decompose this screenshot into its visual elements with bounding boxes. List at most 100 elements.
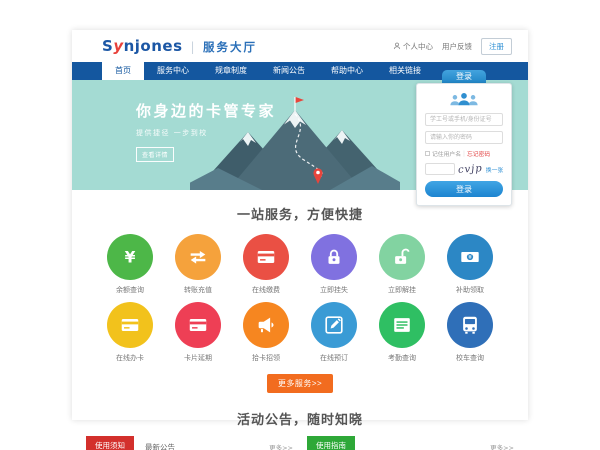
remember-label: 记住用户名 <box>432 149 461 158</box>
nav-item-3[interactable]: 新闻公告 <box>260 62 318 80</box>
person-icon <box>393 42 401 50</box>
service-circle <box>311 234 357 280</box>
edit-icon <box>323 314 345 336</box>
remember-checkbox[interactable] <box>425 151 430 156</box>
services-grid: 余额查询 转账充值 在线缴费 立即挂失 立即解挂 补助领取 在线 <box>72 234 528 370</box>
service-item[interactable]: 在线办卡 <box>96 302 164 363</box>
service-label: 校车查询 <box>456 353 484 363</box>
register-button[interactable]: 注册 <box>481 38 512 55</box>
hero-detail-button[interactable]: 查看详情 <box>136 147 174 162</box>
service-item[interactable]: 卡片延期 <box>164 302 232 363</box>
captcha-input[interactable] <box>425 163 455 175</box>
captcha-image[interactable]: cvjp <box>458 163 483 176</box>
password-input[interactable] <box>425 131 503 144</box>
yen-icon <box>119 246 141 268</box>
personal-center-label: 个人中心 <box>403 41 433 52</box>
service-circle <box>107 234 153 280</box>
announcements-section: 活动公告，随时知晓 使用须知 最新公告 更多>> 使用指南 更多>> <box>72 393 528 450</box>
service-label: 转账充值 <box>184 285 212 295</box>
service-item[interactable]: 转账充值 <box>164 234 232 295</box>
login-tab[interactable]: 登录 <box>442 70 486 83</box>
header-links: 个人中心 用户反馈 注册 <box>393 38 512 55</box>
announcements-heading: 活动公告，随时知晓 <box>72 409 528 428</box>
lock-icon <box>323 246 345 268</box>
service-label: 考勤查询 <box>388 353 416 363</box>
service-circle <box>311 302 357 348</box>
hero-banner: 你身边的卡管专家 提供捷径 一步到校 查看详情 <box>72 80 528 190</box>
login-submit-button[interactable]: 登录 <box>425 181 503 197</box>
tab-latest-announcements[interactable]: 最新公告 <box>145 442 175 450</box>
service-label: 卡片延期 <box>184 353 212 363</box>
remember-row: 记住用户名 | 忘记密码 <box>425 149 503 158</box>
divider: | <box>463 151 465 157</box>
nav-item-2[interactable]: 规章制度 <box>202 62 260 80</box>
megaphone-icon <box>255 314 277 336</box>
notice-more-link[interactable]: 更多>> <box>269 442 293 450</box>
service-item[interactable]: 在线预订 <box>300 302 368 363</box>
site-title: 服务大厅 <box>203 40 257 54</box>
user-feedback-link[interactable]: 用户反馈 <box>442 41 472 52</box>
card-icon <box>255 246 277 268</box>
service-item[interactable]: 立即挂失 <box>300 234 368 295</box>
users-icon <box>447 91 481 107</box>
logo-text: njones <box>124 37 183 55</box>
guide-panel-header: 使用指南 更多>> <box>307 439 514 450</box>
service-circle <box>175 302 221 348</box>
service-item[interactable]: 校车查询 <box>436 302 504 363</box>
service-item[interactable]: 在线缴费 <box>232 234 300 295</box>
page-canvas: Synjones|服务大厅 个人中心 用户反馈 注册 首页 服务中心 规章制度 … <box>0 0 600 450</box>
forgot-password-link[interactable]: 忘记密码 <box>467 149 490 158</box>
user-feedback-label: 用户反馈 <box>442 41 472 52</box>
logo-divider: | <box>191 40 196 54</box>
tab-usage-guide[interactable]: 使用指南 <box>307 436 355 450</box>
site-window: Synjones|服务大厅 个人中心 用户反馈 注册 首页 服务中心 规章制度 … <box>72 30 528 420</box>
service-circle <box>447 302 493 348</box>
service-item[interactable]: 补助领取 <box>436 234 504 295</box>
captcha-refresh-link[interactable]: 换一张 <box>486 165 503 174</box>
logo-mark: y <box>113 37 123 55</box>
service-label: 在线缴费 <box>252 285 280 295</box>
hero-subtitle: 提供捷径 一步到校 <box>136 128 276 138</box>
service-label: 补助领取 <box>456 285 484 295</box>
service-circle <box>243 234 289 280</box>
service-circle <box>379 234 425 280</box>
hero-text: 你身边的卡管专家 提供捷径 一步到校 查看详情 <box>136 100 276 162</box>
flag-icon <box>296 97 304 103</box>
transfer-icon <box>187 246 209 268</box>
nav-item-0[interactable]: 首页 <box>102 62 144 80</box>
tab-usage-notice[interactable]: 使用须知 <box>86 436 134 450</box>
card-icon <box>187 314 209 336</box>
services-heading: 一站服务，方便快捷 <box>72 204 528 223</box>
service-circle <box>107 302 153 348</box>
notice-panel: 使用须知 最新公告 更多>> <box>86 439 293 450</box>
service-circle <box>243 302 289 348</box>
service-label: 立即挂失 <box>320 285 348 295</box>
logo-text: S <box>102 37 113 55</box>
username-input[interactable] <box>425 113 503 126</box>
service-label: 拾卡招领 <box>252 353 280 363</box>
service-item[interactable]: 立即解挂 <box>368 234 436 295</box>
guide-more-link[interactable]: 更多>> <box>490 442 514 450</box>
service-label: 在线办卡 <box>116 353 144 363</box>
hero-title: 你身边的卡管专家 <box>136 100 276 121</box>
card-icon <box>119 314 141 336</box>
service-label: 在线预订 <box>320 353 348 363</box>
service-circle <box>175 234 221 280</box>
service-item[interactable]: 拾卡招领 <box>232 302 300 363</box>
service-circle <box>447 234 493 280</box>
personal-center-link[interactable]: 个人中心 <box>393 41 433 52</box>
logo[interactable]: Synjones | 服务大厅 <box>102 37 257 55</box>
nav-item-1[interactable]: 服务中心 <box>144 62 202 80</box>
banknote-icon <box>459 246 481 268</box>
login-panel: 登录 记住用户名 | 忘记密码 <box>416 70 512 206</box>
captcha-row: cvjp 换一张 <box>425 163 503 175</box>
service-item[interactable]: 余额查询 <box>96 234 164 295</box>
more-services-button[interactable]: 更多服务>> <box>267 374 333 393</box>
service-item[interactable]: 考勤查询 <box>368 302 436 363</box>
services-section: 一站服务，方便快捷 余额查询 转账充值 在线缴费 立即挂失 立即解挂 <box>72 190 528 393</box>
unlock-icon <box>391 246 413 268</box>
nav-item-4[interactable]: 帮助中心 <box>318 62 376 80</box>
login-form: 记住用户名 | 忘记密码 cvjp 换一张 登录 <box>416 83 512 206</box>
bus-icon <box>459 314 481 336</box>
list-icon <box>391 314 413 336</box>
